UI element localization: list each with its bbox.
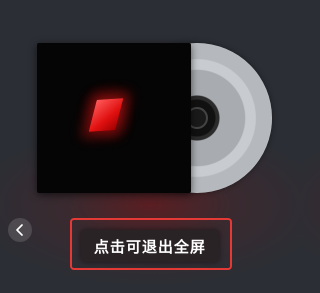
chevron-left-icon — [16, 224, 23, 236]
fullscreen-player: 点击可退出全屏 — [0, 0, 300, 293]
exit-fullscreen-label: 点击可退出全屏 — [93, 237, 206, 256]
back-button[interactable] — [8, 218, 32, 242]
album-cover — [37, 43, 191, 193]
exit-fullscreen-button[interactable]: 点击可退出全屏 — [81, 230, 219, 262]
